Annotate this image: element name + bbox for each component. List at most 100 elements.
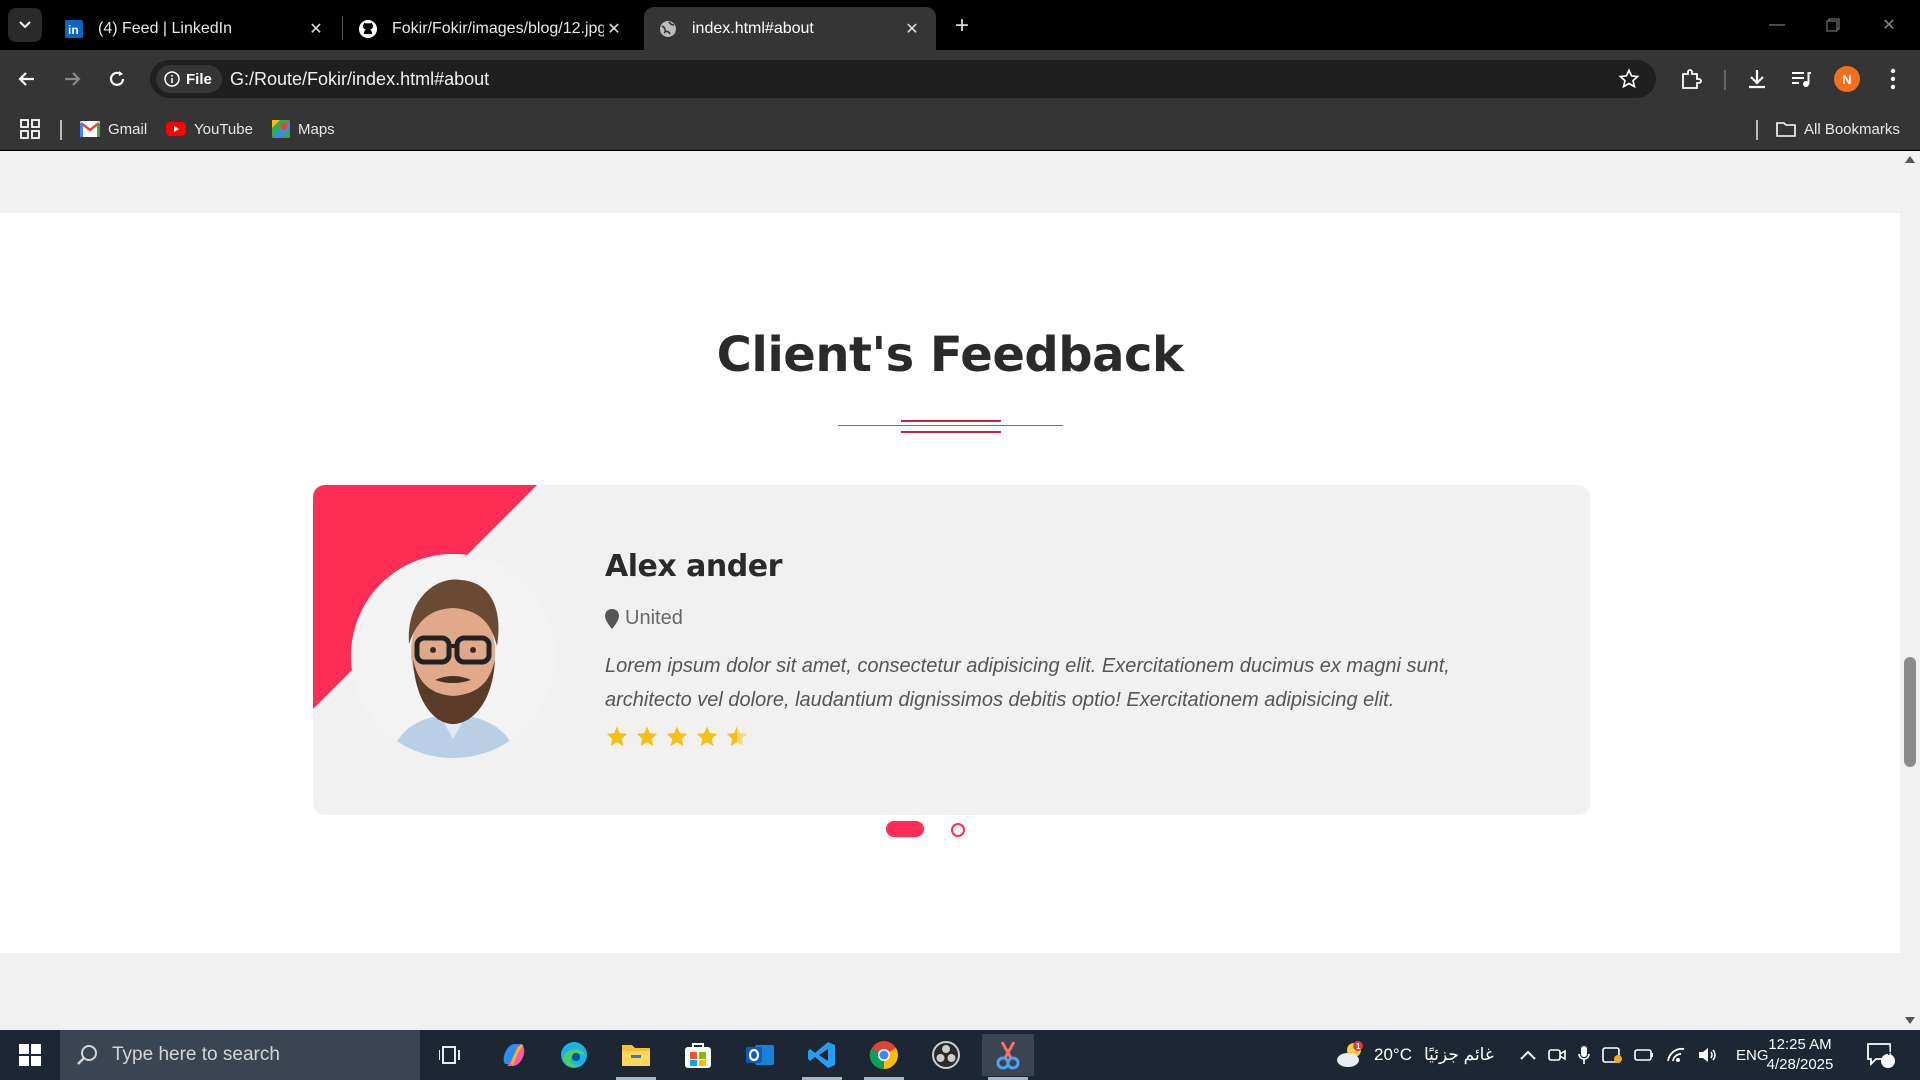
- taskbar-copilot[interactable]: [488, 1034, 540, 1076]
- apps-button[interactable]: [20, 116, 40, 142]
- location-text: United: [625, 607, 683, 629]
- volume-icon[interactable]: [1698, 1047, 1718, 1063]
- weather-cloud-moon-icon: 1: [1337, 1041, 1363, 1067]
- carousel-dot-active[interactable]: [886, 821, 924, 837]
- more-vertical-icon: [1890, 68, 1896, 90]
- minimize-icon: —: [1769, 16, 1785, 33]
- linkedin-icon: in: [64, 19, 84, 39]
- clock-time: 12:25 AM: [1768, 1036, 1832, 1053]
- carousel-dot[interactable]: [951, 823, 965, 837]
- taskbar-clock[interactable]: 12:25 AM 4/28/2025: [1760, 1035, 1840, 1075]
- folder-icon: [1776, 122, 1796, 137]
- notification-count: 4: [1884, 1044, 1891, 1058]
- scroll-up-icon[interactable]: [1905, 156, 1915, 163]
- info-icon: [164, 71, 180, 87]
- taskbar-outlook[interactable]: [734, 1034, 786, 1076]
- taskbar-vscode[interactable]: [796, 1034, 848, 1080]
- back-button[interactable]: [10, 62, 44, 96]
- arrow-right-icon: [65, 72, 81, 86]
- tab-title: (4) Feed | LinkedIn: [98, 19, 233, 37]
- taskbar-chrome[interactable]: [858, 1034, 910, 1080]
- forward-button[interactable]: [55, 62, 89, 96]
- bookmark-maps[interactable]: Maps: [272, 116, 335, 142]
- page-scrollbar[interactable]: [1900, 151, 1920, 1030]
- tab-github[interactable]: Fokir/Fokir/images/blog/12.jpg ✕: [344, 7, 638, 50]
- close-icon[interactable]: ✕: [902, 19, 922, 39]
- all-bookmarks-button[interactable]: All Bookmarks: [1776, 116, 1900, 142]
- map-marker-icon: [605, 608, 619, 629]
- folder-icon: [622, 1045, 650, 1066]
- wifi-icon[interactable]: [1666, 1047, 1686, 1063]
- restore-button[interactable]: [1818, 10, 1848, 40]
- taskbar-edge[interactable]: [548, 1034, 600, 1076]
- tab-search-button[interactable]: [8, 8, 42, 42]
- site-info-chip[interactable]: File: [156, 65, 222, 93]
- store-icon: [685, 1043, 711, 1068]
- outlook-icon: [746, 1045, 774, 1065]
- bookmark-separator: [60, 120, 62, 140]
- taskbar-search[interactable]: Type here to search: [60, 1030, 420, 1080]
- taskbar-store[interactable]: [672, 1034, 724, 1076]
- scrollbar-thumb[interactable]: [1904, 657, 1916, 767]
- testimonial-quote: Lorem ipsum dolor sit amet, consectetur …: [605, 655, 1450, 711]
- task-view-button[interactable]: [424, 1034, 476, 1076]
- security-update-icon[interactable]: [1602, 1046, 1622, 1064]
- svg-text:1: 1: [1356, 1042, 1361, 1051]
- bookmark-label: YouTube: [194, 120, 253, 138]
- youtube-icon: [166, 122, 186, 136]
- notification-icon: [1867, 1043, 1895, 1068]
- title-divider-accent: [901, 431, 1001, 433]
- taskbar-obs[interactable]: [920, 1034, 972, 1076]
- microphone-icon[interactable]: [1578, 1045, 1590, 1065]
- puzzle-icon: [1682, 69, 1702, 89]
- system-tray-icons: [1520, 1030, 1718, 1080]
- chevron-up-icon[interactable]: [1520, 1050, 1536, 1060]
- rating-stars: [605, 725, 749, 749]
- tab-strip: in (4) Feed | LinkedIn ✕ Fokir/Fokir/ima…: [0, 0, 1920, 50]
- star-icon: [666, 726, 688, 746]
- next-section-bg: [0, 953, 1900, 1030]
- chevron-down-icon: [19, 21, 31, 29]
- tab-linkedin[interactable]: in (4) Feed | LinkedIn ✕: [50, 7, 340, 50]
- downloads-button[interactable]: [1742, 64, 1772, 94]
- scroll-down-icon[interactable]: [1905, 1017, 1915, 1024]
- close-icon[interactable]: ✕: [306, 19, 326, 39]
- weather-widget[interactable]: 1 20°C غائم جزئيًا: [1334, 1030, 1494, 1080]
- profile-button[interactable]: N: [1832, 64, 1862, 94]
- meet-now-icon[interactable]: [1548, 1047, 1566, 1063]
- taskbar-file-explorer[interactable]: [610, 1034, 662, 1080]
- restore-icon: [1826, 18, 1840, 32]
- vscode-icon: [808, 1042, 835, 1068]
- star-icon: [696, 726, 718, 746]
- star-icon: [636, 726, 658, 746]
- maps-icon: [272, 120, 290, 138]
- gmail-icon: [80, 121, 100, 137]
- battery-icon[interactable]: [1634, 1049, 1654, 1061]
- bookmark-gmail[interactable]: Gmail: [80, 116, 147, 142]
- bookmark-youtube[interactable]: YouTube: [166, 116, 253, 142]
- notification-center-button[interactable]: 4: [1866, 1030, 1896, 1080]
- star-icon: [726, 726, 748, 746]
- taskbar-snipping-tool[interactable]: [982, 1034, 1034, 1080]
- previous-section-bg: [0, 151, 1900, 213]
- close-window-button[interactable]: ✕: [1874, 10, 1904, 40]
- close-icon[interactable]: ✕: [604, 19, 624, 39]
- bookmark-star-icon[interactable]: [1618, 68, 1640, 90]
- windows-logo-icon: [19, 1044, 41, 1066]
- client-photo: [351, 554, 555, 758]
- tab-index-about[interactable]: index.html#about ✕: [644, 7, 936, 50]
- bookmark-separator: [1756, 120, 1758, 140]
- new-tab-button[interactable]: +: [948, 12, 976, 40]
- media-controls-button[interactable]: [1786, 64, 1816, 94]
- extensions-button[interactable]: [1676, 64, 1706, 94]
- bookmarks-bar: Gmail YouTube Maps All Bookmarks: [0, 108, 1920, 150]
- all-bookmarks-label: All Bookmarks: [1804, 120, 1900, 138]
- start-button[interactable]: [0, 1030, 60, 1080]
- menu-button[interactable]: [1878, 64, 1908, 94]
- url-text[interactable]: G:/Route/Fokir/index.html#about: [230, 69, 489, 90]
- minimize-button[interactable]: —: [1762, 10, 1792, 40]
- scheme-label: File: [186, 70, 212, 88]
- address-bar[interactable]: File G:/Route/Fokir/index.html#about: [150, 60, 1656, 98]
- reload-button[interactable]: [100, 62, 134, 96]
- windows-taskbar: Type here to search 1 20°C غائم جزئيًا E…: [0, 1030, 1920, 1080]
